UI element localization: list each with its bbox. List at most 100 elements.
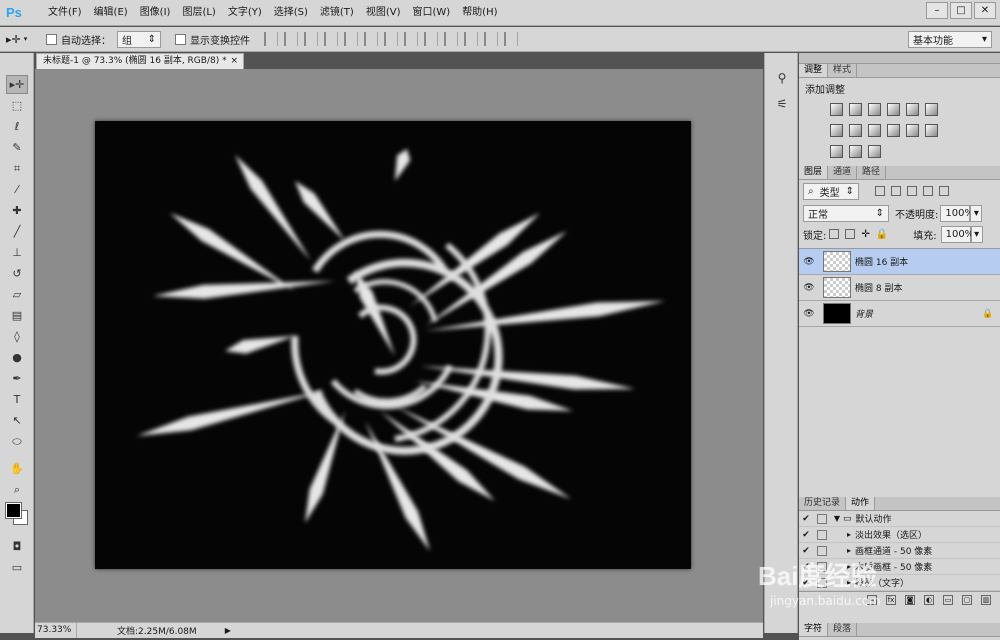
tab-styles[interactable]: 样式 [828,64,858,77]
screen-mode-icon[interactable]: ▭ [6,558,28,577]
menu-filter[interactable]: 滤镜(T) [314,0,360,26]
lock-all-icon[interactable]: 🔒 [876,229,888,240]
distribute-vcenter-icon[interactable] [404,32,418,46]
align-right-icon[interactable] [364,32,378,46]
curves-icon[interactable] [868,103,881,116]
type-tool-icon[interactable]: T [6,390,28,409]
minimize-button[interactable]: – [926,2,948,19]
black-white-icon[interactable] [849,124,862,137]
zoom-tool-icon[interactable]: ⌕ [6,480,28,499]
zoom-level[interactable]: 73.33% [35,623,77,638]
align-bottom-icon[interactable] [304,32,318,46]
tab-paragraph[interactable]: 段落 [828,623,858,636]
menu-select[interactable]: 选择(S) [268,0,314,26]
gradient-map-icon[interactable] [868,145,881,158]
brush-presets-icon[interactable]: ⚲ [771,71,793,91]
healing-brush-tool-icon[interactable]: ✚ [6,201,28,220]
brightness-icon[interactable] [830,103,843,116]
filter-shape-icon[interactable] [923,186,933,196]
auto-select-dropdown[interactable]: 组 ⇕ [117,30,161,48]
menu-image[interactable]: 图像(I) [134,0,177,26]
gradient-tool-icon[interactable]: ▤ [6,306,28,325]
distribute-hcenter-icon[interactable] [464,32,478,46]
distribute-left-icon[interactable] [444,32,458,46]
color-swatches[interactable] [0,499,34,535]
filter-pixel-icon[interactable] [875,186,885,196]
marquee-tool-icon[interactable]: ⬚ [6,96,28,115]
expand-triangle-icon[interactable]: ▸ [843,530,855,539]
expand-triangle-icon[interactable]: ▸ [843,546,855,555]
checkmark-icon[interactable]: ✔ [799,514,813,524]
dialog-toggle[interactable] [817,513,827,524]
vibrance-icon[interactable] [906,103,919,116]
layer-row[interactable]: 👁 椭圆 8 副本 [799,275,1000,301]
align-left-icon[interactable] [324,32,338,46]
visibility-eye-icon[interactable]: 👁 [799,257,819,267]
clone-stamp-tool-icon[interactable]: ⊥ [6,243,28,262]
layer-row[interactable]: 👁 背景 🔒 [799,301,1000,327]
lasso-tool-icon[interactable]: ℓ [6,117,28,136]
dodge-tool-icon[interactable]: ● [6,348,28,367]
checkmark-icon[interactable]: ✔ [799,546,813,556]
distribute-right-icon[interactable] [484,32,498,46]
canvas[interactable] [95,121,691,569]
document-workspace[interactable] [35,69,763,622]
tab-history[interactable]: 历史记录 [799,497,847,510]
close-button[interactable]: ✕ [974,2,996,19]
color-lookup-icon[interactable] [906,124,919,137]
ellipse-tool-icon[interactable]: ⬭ [6,432,28,451]
transform-checkbox[interactable] [175,33,186,45]
color-balance-icon[interactable] [830,124,843,137]
opacity-dropdown[interactable]: ▾ [970,204,983,222]
foreground-color[interactable] [5,502,22,519]
brush-tool-icon[interactable]: ╱ [6,222,28,241]
path-select-tool-icon[interactable]: ↖ [6,411,28,430]
fill-input[interactable]: 100% [940,225,974,243]
visibility-eye-icon[interactable]: 👁 [799,309,819,319]
auto-select-checkbox[interactable] [46,33,57,45]
filter-adjust-icon[interactable] [891,186,901,196]
levels-icon[interactable] [849,103,862,116]
visibility-eye-icon[interactable]: 👁 [799,283,819,293]
menu-file[interactable]: 文件(F) [42,0,88,26]
filter-type-icon[interactable] [907,186,917,196]
exposure-icon[interactable] [887,103,900,116]
document-tab[interactable]: 未标题-1 @ 73.3% (椭圆 16 副本, RGB/8) * × [36,53,244,69]
lock-position-icon[interactable]: ✛ [861,229,869,240]
lock-image-icon[interactable] [845,229,856,239]
blend-mode-select[interactable]: 正常 ⇕ [803,204,889,222]
properties-icon[interactable]: ⚟ [771,97,793,117]
tab-adjustments[interactable]: 调整 [799,64,829,77]
filter-smart-icon[interactable] [939,186,949,196]
history-brush-tool-icon[interactable]: ↺ [6,264,28,283]
tab-character[interactable]: 字符 [799,623,829,636]
expand-triangle-icon[interactable]: ▼ [831,514,843,523]
menu-window[interactable]: 窗口(W) [406,0,456,26]
transform-controls-option[interactable]: 显示变换控件 [175,32,250,47]
tab-channels[interactable]: 通道 [828,166,858,179]
workspace-select[interactable]: 基本功能 ▾ [908,31,992,48]
tab-actions[interactable]: 动作 [846,497,876,510]
action-row[interactable]: ✔ ▼ ▭ 默认动作 [799,511,1000,527]
status-menu-arrow-icon[interactable]: ▶ [225,626,231,635]
align-vcenter-icon[interactable] [284,32,298,46]
photo-filter-icon[interactable] [868,124,881,137]
eraser-tool-icon[interactable]: ▱ [6,285,28,304]
move-tool-preset[interactable]: ▸✛ ▾ [6,29,46,50]
dialog-toggle[interactable] [817,529,827,540]
posterize-icon[interactable] [830,145,843,158]
hue-saturation-icon[interactable] [925,103,938,116]
tab-paths[interactable]: 路径 [857,166,887,179]
distribute-bottom-icon[interactable] [424,32,438,46]
auto-select-option[interactable]: 自动选择： [46,32,111,47]
close-icon[interactable]: × [230,54,238,69]
threshold-icon[interactable] [849,145,862,158]
action-row[interactable]: ✔ ▸ 淡出效果（选区） [799,527,1000,543]
maximize-button[interactable]: □ [950,2,972,19]
filter-kind-select[interactable]: ⌕ 类型 ⇕ [803,182,859,200]
dialog-toggle[interactable] [817,545,827,556]
channel-mixer-icon[interactable] [887,124,900,137]
eyedropper-tool-icon[interactable]: ⁄ [6,180,28,199]
pen-tool-icon[interactable]: ✒ [6,369,28,388]
quick-select-tool-icon[interactable]: ✎ [6,138,28,157]
